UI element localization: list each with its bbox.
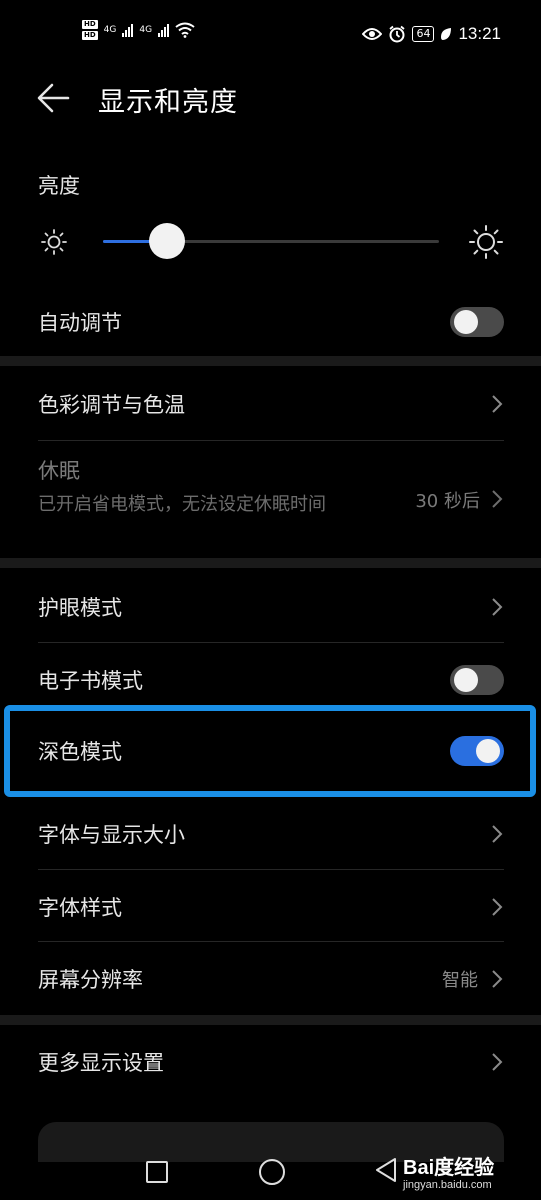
chevron-right-icon (492, 490, 503, 508)
status-bar: HD HD 4G 4G 64 13:21 (0, 0, 541, 70)
auto-adjust-toggle[interactable] (450, 307, 504, 337)
screen-resolution-value: 智能 (442, 970, 478, 991)
chevron-right-icon (492, 825, 503, 843)
sleep-value: 30 秒后 (415, 491, 480, 512)
brightness-slider[interactable] (103, 223, 439, 259)
battery-icon: 64 (412, 26, 435, 42)
auto-adjust-row[interactable]: 自动调节 (38, 302, 504, 342)
auto-adjust-label: 自动调节 (38, 311, 122, 335)
font-style-label: 字体样式 (38, 896, 122, 920)
color-temperature-label: 色彩调节与色温 (38, 393, 185, 417)
font-style-row[interactable]: 字体样式 (38, 887, 504, 927)
ebook-mode-toggle[interactable] (450, 665, 504, 695)
chevron-right-icon (492, 395, 503, 413)
nav-back-icon[interactable] (374, 1157, 398, 1183)
dark-mode-label: 深色模式 (38, 740, 122, 764)
brightness-slider-row (0, 222, 541, 262)
eye-comfort-row[interactable]: 护眼模式 (38, 587, 504, 627)
hd-badge: HD (82, 20, 98, 29)
screen-resolution-row[interactable]: 屏幕分辨率 智能 (38, 959, 504, 999)
alarm-icon (389, 25, 406, 43)
signal-icon (122, 23, 134, 37)
chevron-right-icon (492, 598, 503, 616)
dark-mode-toggle[interactable] (450, 736, 504, 766)
section-divider (0, 356, 541, 366)
page-title: 显示和亮度 (98, 87, 238, 118)
font-size-label: 字体与显示大小 (38, 823, 185, 847)
signal-label: 4G (139, 25, 153, 35)
clock-time: 13:21 (458, 24, 501, 43)
status-left: HD HD 4G 4G (82, 20, 195, 40)
row-separator (38, 941, 504, 942)
eye-comfort-label: 护眼模式 (38, 596, 122, 620)
more-display-settings-label: 更多显示设置 (38, 1051, 164, 1075)
back-arrow-icon[interactable] (36, 80, 72, 116)
eye-icon (362, 28, 383, 40)
leaf-icon (441, 28, 452, 40)
recent-apps-icon[interactable] (146, 1161, 168, 1183)
sun-low-icon (41, 229, 67, 255)
chevron-right-icon (492, 1053, 503, 1071)
section-divider (0, 1015, 541, 1025)
status-right: 64 13:21 (362, 24, 501, 44)
sleep-title: 休眠 (38, 459, 80, 483)
home-icon[interactable] (259, 1159, 285, 1185)
ebook-mode-label: 电子书模式 (38, 669, 143, 693)
wifi-icon (175, 22, 195, 38)
dark-mode-row[interactable]: 深色模式 (38, 731, 504, 771)
section-divider (0, 558, 541, 568)
sleep-row[interactable]: 休眠 已开启省电模式，无法设定休眠时间 30 秒后 (38, 455, 504, 550)
signal-label: 4G (103, 25, 117, 35)
brightness-section-label: 亮度 (38, 174, 80, 198)
font-size-row[interactable]: 字体与显示大小 (38, 814, 504, 854)
brightness-slider-thumb[interactable] (148, 223, 185, 259)
screen-resolution-label: 屏幕分辨率 (38, 968, 143, 992)
watermark-url: jingyan.baidu.com (403, 1179, 492, 1191)
signal-icon (158, 23, 170, 37)
color-temperature-row[interactable]: 色彩调节与色温 (38, 384, 504, 424)
row-separator (38, 869, 504, 870)
ebook-mode-row[interactable]: 电子书模式 (38, 660, 504, 700)
chevron-right-icon (492, 970, 503, 988)
row-separator (38, 440, 504, 441)
hd-badges: HD HD (82, 20, 98, 40)
hd-badge: HD (82, 31, 98, 40)
row-separator (38, 642, 504, 643)
sleep-subtitle: 已开启省电模式，无法设定休眠时间 (38, 494, 326, 515)
app-header: 显示和亮度 (0, 70, 541, 130)
more-display-settings-row[interactable]: 更多显示设置 (38, 1042, 504, 1082)
chevron-right-icon (492, 898, 503, 916)
sun-high-icon (469, 225, 503, 259)
watermark-brand: Bai度经验 (403, 1157, 495, 1179)
baidu-watermark: Bai度经验 jingyan.baidu.com (403, 1147, 533, 1197)
screen-resolution-value-group: 智能 (442, 966, 504, 992)
